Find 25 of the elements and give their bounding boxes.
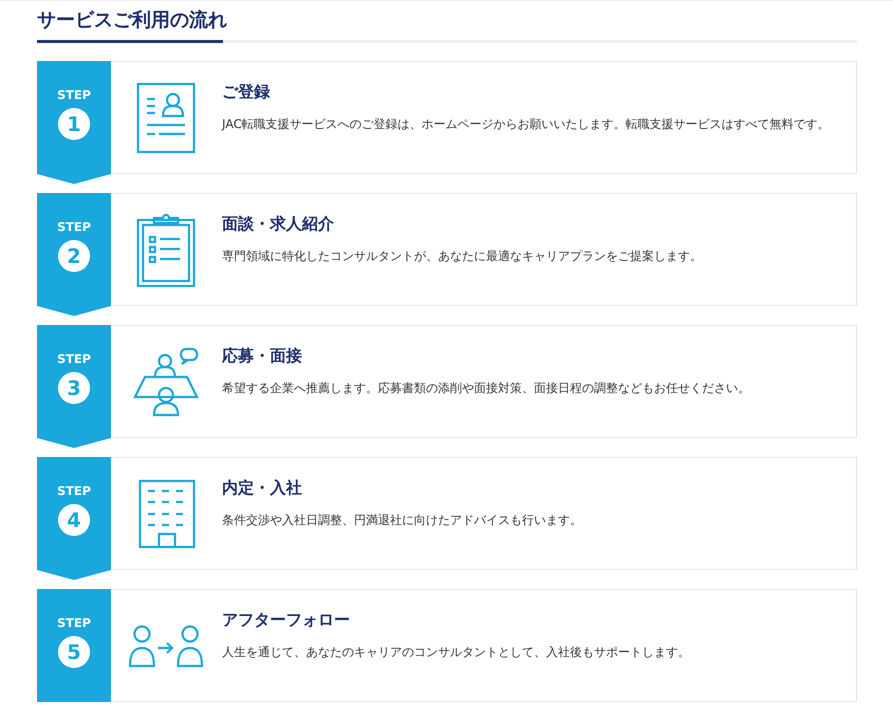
- step-label: STEP: [57, 484, 91, 498]
- step-title: 面談・求人紹介: [222, 214, 335, 235]
- step-number: 3: [58, 372, 90, 404]
- profile-document-icon: [136, 82, 198, 154]
- step-number: 2: [58, 240, 90, 272]
- step-label: STEP: [57, 352, 91, 366]
- step-description: 専門領域に特化したコンサルタントが、あなたに最適なキャリアプランをご提案します。: [222, 248, 702, 265]
- step-description: JAC転職支援サービスへのご登録は、ホームページからお願いいたします。転職支援サービスはすべて無料です。: [222, 116, 830, 133]
- section-heading: サービスご利用の流れ: [37, 8, 228, 33]
- step-label: STEP: [57, 220, 91, 234]
- step-label: STEP: [57, 616, 91, 630]
- step-description: 人生を通じて、あなたのキャリアのコンサルタントとして、入社後もサポートします。: [222, 644, 690, 661]
- step-title: 応募・面接: [222, 346, 303, 367]
- step-number: 4: [58, 504, 90, 536]
- step-description: 条件交渉や入社日調整、円満退社に向けたアドバイスも行います。: [222, 512, 582, 529]
- step-label: STEP: [57, 88, 91, 102]
- step-number: 5: [58, 636, 90, 668]
- step-title: アフターフォロー: [222, 610, 351, 631]
- step-title: 内定・入社: [222, 478, 303, 499]
- clipboard-checklist-icon: [136, 212, 198, 288]
- step-description: 希望する企業へ推薦します。応募書類の添削や面接対策、面接日程の調整などもお任せください。: [222, 380, 750, 397]
- person-to-person-icon: [128, 624, 206, 668]
- step-title: ご登録: [222, 82, 271, 103]
- step-number: 1: [58, 108, 90, 140]
- office-building-icon: [136, 478, 196, 550]
